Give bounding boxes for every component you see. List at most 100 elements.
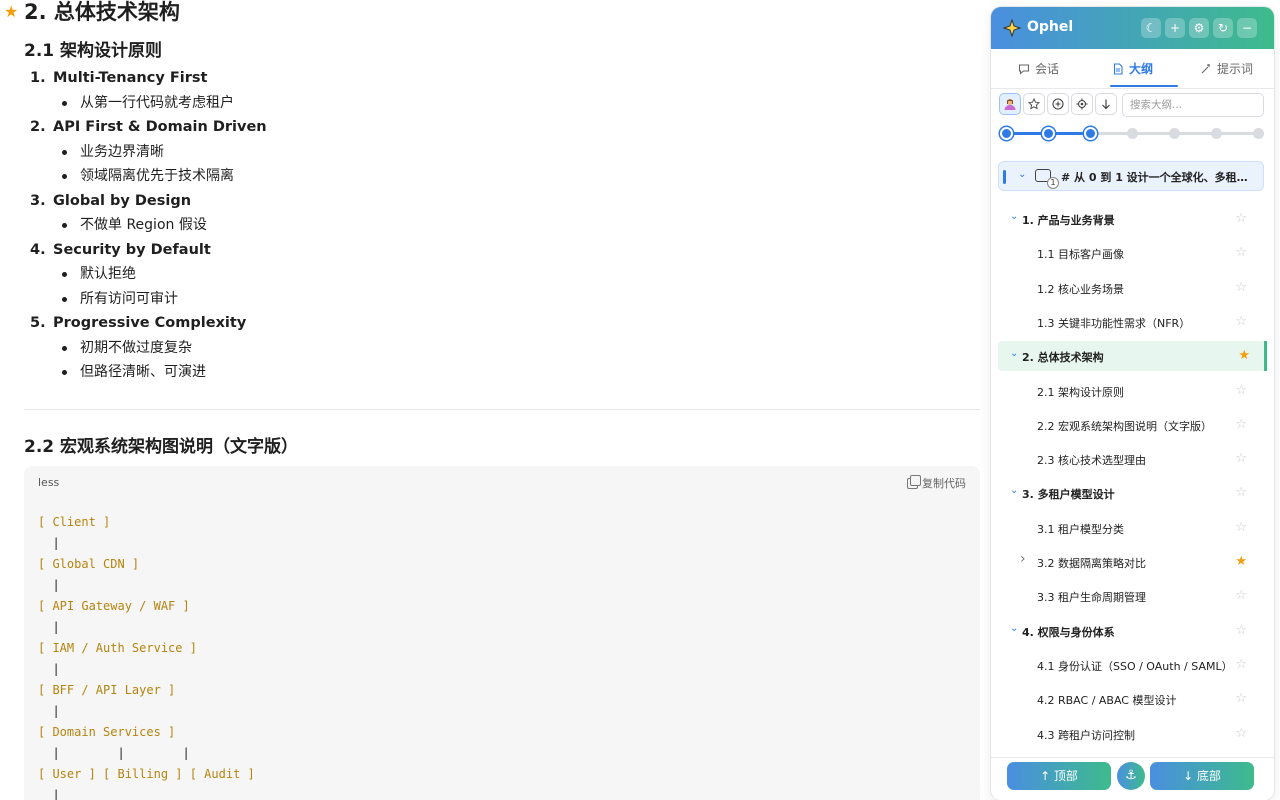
minimize-icon[interactable]: − <box>1237 18 1257 38</box>
outline-search-input[interactable] <box>1122 93 1264 117</box>
anchor-icon[interactable]: ⚓ <box>1117 762 1145 790</box>
scroll-bottom-button[interactable]: ↓ 底部 <box>1150 762 1254 790</box>
principle-point: 默认拒绝 <box>24 262 724 287</box>
code-line: | <box>38 578 60 592</box>
tab-outline-label: 大纲 <box>1129 62 1154 76</box>
star-icon[interactable]: ☆ <box>1235 691 1247 706</box>
level-dot[interactable] <box>1210 128 1222 139</box>
star-icon[interactable]: ☆ <box>1235 485 1247 500</box>
bullet-icon <box>62 272 67 277</box>
star-icon[interactable]: ☆ <box>1235 314 1247 329</box>
outline-item-label: 2.1 架构设计原则 <box>1037 385 1124 399</box>
star-icon[interactable]: ☆ <box>1235 211 1247 226</box>
level-dot[interactable] <box>1041 127 1055 140</box>
level-dot[interactable] <box>1083 127 1097 140</box>
principle-title: API First & Domain Driven <box>53 119 267 135</box>
locate-button[interactable] <box>1071 93 1093 115</box>
principle-point-text: 不做单 Region 假设 <box>80 217 207 233</box>
level-dot[interactable] <box>999 127 1013 140</box>
outline-subsection-item[interactable]: 2.1 架构设计原则 ☆ <box>998 376 1264 406</box>
star-icon[interactable]: ☆ <box>1235 588 1247 603</box>
principle-point: 不做单 Region 假设 <box>24 213 724 238</box>
copy-code-label: 复制代码 <box>922 477 966 490</box>
outline-subsection-item[interactable]: 2.2 宏观系统架构图说明（文字版） ☆ <box>998 410 1264 440</box>
refresh-icon[interactable]: ↻ <box>1213 18 1233 38</box>
divider <box>24 409 980 410</box>
level-dot[interactable] <box>1252 128 1264 139</box>
outline-subsection-item[interactable]: 4.2 RBAC / ABAC 模型设计 ☆ <box>998 684 1264 714</box>
star-icon[interactable]: ☆ <box>1235 520 1247 535</box>
star-icon[interactable]: ★ <box>4 2 18 21</box>
plus-circle-icon <box>1052 98 1064 110</box>
bullet-icon <box>62 174 67 179</box>
outline-subsection-item[interactable]: 3.3 租户生命周期管理 ☆ <box>998 581 1264 611</box>
star-icon[interactable]: ☆ <box>1235 280 1247 295</box>
outline-item-label: 4.3 跨租户访问控制 <box>1037 728 1135 742</box>
outline-root-label: # 从 0 到 1 设计一个全球化、多租户 SaaS 平台 <box>1061 171 1257 184</box>
principle-title: Multi-Tenancy First <box>53 70 208 86</box>
star-icon[interactable]: ☆ <box>1235 417 1247 432</box>
chevron-down-icon[interactable]: ⌄ <box>1010 623 1018 634</box>
code-line: [ User ] [ Billing ] [ Audit ] <box>38 767 255 781</box>
principle-point-text: 业务边界清晰 <box>80 143 164 160</box>
tab-outline[interactable]: 大纲 <box>1112 50 1153 88</box>
chevron-right-icon[interactable]: › <box>1020 551 1026 567</box>
scroll-top-button[interactable]: ↑ 顶部 <box>1007 762 1111 790</box>
tab-sessions-label: 会话 <box>1035 62 1060 76</box>
copy-code-button[interactable]: 复制代码 <box>907 474 966 491</box>
outline-level-slider[interactable] <box>999 126 1264 142</box>
chevron-down-icon[interactable]: ⌄ <box>1010 211 1018 222</box>
outline-subsection-item[interactable]: 1.3 关键非功能性需求（NFR） ☆ <box>998 307 1264 337</box>
user-avatar-filter-button[interactable] <box>999 93 1021 115</box>
star-icon[interactable]: ☆ <box>1235 383 1247 398</box>
add-button[interactable] <box>1047 93 1069 115</box>
outline-section-item[interactable]: ⌄ 1. 产品与业务背景 ☆ <box>998 204 1264 234</box>
principle-point: 业务边界清晰 <box>24 140 724 165</box>
outline-subsection-item[interactable]: 2.3 核心技术选型理由 ☆ <box>998 444 1264 474</box>
code-line: [ Client ] <box>38 515 111 529</box>
chevron-down-icon[interactable]: ⌄ <box>1018 169 1026 180</box>
outline-root-item[interactable]: ⌄ 1 # 从 0 到 1 设计一个全球化、多租户 SaaS 平台 <box>998 161 1264 191</box>
level-dot[interactable] <box>1126 128 1138 139</box>
scroll-down-button[interactable] <box>1095 93 1117 115</box>
plus-icon[interactable]: + <box>1165 18 1185 38</box>
star-outline-icon <box>1028 98 1040 110</box>
principle-point-text: 领域隔离优先于技术隔离 <box>80 168 234 184</box>
star-icon[interactable]: ☆ <box>1235 726 1247 741</box>
outline-section-item[interactable]: ⌄ 2. 总体技术架构 ★ <box>998 341 1267 372</box>
principle-point: 但路径清晰、可演进 <box>24 360 724 385</box>
outline-section-item[interactable]: ⌄ 3. 多租户模型设计 ☆ <box>998 478 1264 508</box>
outline-subsection-item[interactable]: › 3.2 数据隔离策略对比 ★ <box>998 547 1264 577</box>
star-filter-button[interactable] <box>1023 93 1045 115</box>
star-icon[interactable]: ☆ <box>1235 245 1247 260</box>
star-icon[interactable]: ☆ <box>1235 451 1247 466</box>
chevron-down-icon[interactable]: ⌄ <box>1010 348 1018 359</box>
star-icon[interactable]: ★ <box>1235 554 1247 569</box>
outline-subsection-item[interactable]: 3.1 租户模型分类 ☆ <box>998 513 1264 543</box>
outline-item-label: 4.1 身份认证（SSO / OAuth / SAML） <box>1037 659 1233 673</box>
principle-title: Security by Default <box>53 241 211 258</box>
gear-icon[interactable]: ⚙ <box>1189 18 1209 38</box>
outline-section-item[interactable]: ⌄ 4. 权限与身份体系 ☆ <box>998 616 1264 646</box>
outline-tree: ⌄ 1 # 从 0 到 1 设计一个全球化、多租户 SaaS 平台 ⌄ 1. 产品… <box>991 159 1274 759</box>
document-view: ★ 2. 总体技术架构 2.1 架构设计原则 1. Multi-Tenancy F… <box>0 0 990 800</box>
level-dot[interactable] <box>1168 128 1180 139</box>
outline-item-label: 3.1 租户模型分类 <box>1037 522 1124 536</box>
moon-icon[interactable]: ☾ <box>1141 18 1161 38</box>
tab-sessions[interactable]: 会话 <box>1018 50 1059 88</box>
star-icon[interactable]: ☆ <box>1235 623 1247 638</box>
outline-subsection-item[interactable]: 4.3 跨租户访问控制 ☆ <box>998 719 1264 749</box>
star-icon[interactable]: ☆ <box>1235 657 1247 672</box>
user-avatar-icon <box>1004 99 1016 110</box>
code-block: less 复制代码 [ Client ] |[ Global CDN ] |[ … <box>24 466 980 800</box>
bullet-icon <box>62 223 67 228</box>
principle-point: 所有访问可审计 <box>24 287 724 312</box>
outline-subsection-item[interactable]: 1.1 目标客户画像 ☆ <box>998 238 1264 268</box>
tab-prompts[interactable]: 提示词 <box>1200 50 1253 88</box>
chevron-down-icon[interactable]: ⌄ <box>1010 485 1018 496</box>
star-icon[interactable]: ★ <box>1238 348 1250 363</box>
outline-subsection-item[interactable]: 4.1 身份认证（SSO / OAuth / SAML） ☆ <box>998 650 1264 680</box>
principle-point-text: 但路径清晰、可演进 <box>80 364 206 380</box>
message-count-badge: 1 <box>1047 177 1059 189</box>
outline-subsection-item[interactable]: 1.2 核心业务场景 ☆ <box>998 273 1264 303</box>
